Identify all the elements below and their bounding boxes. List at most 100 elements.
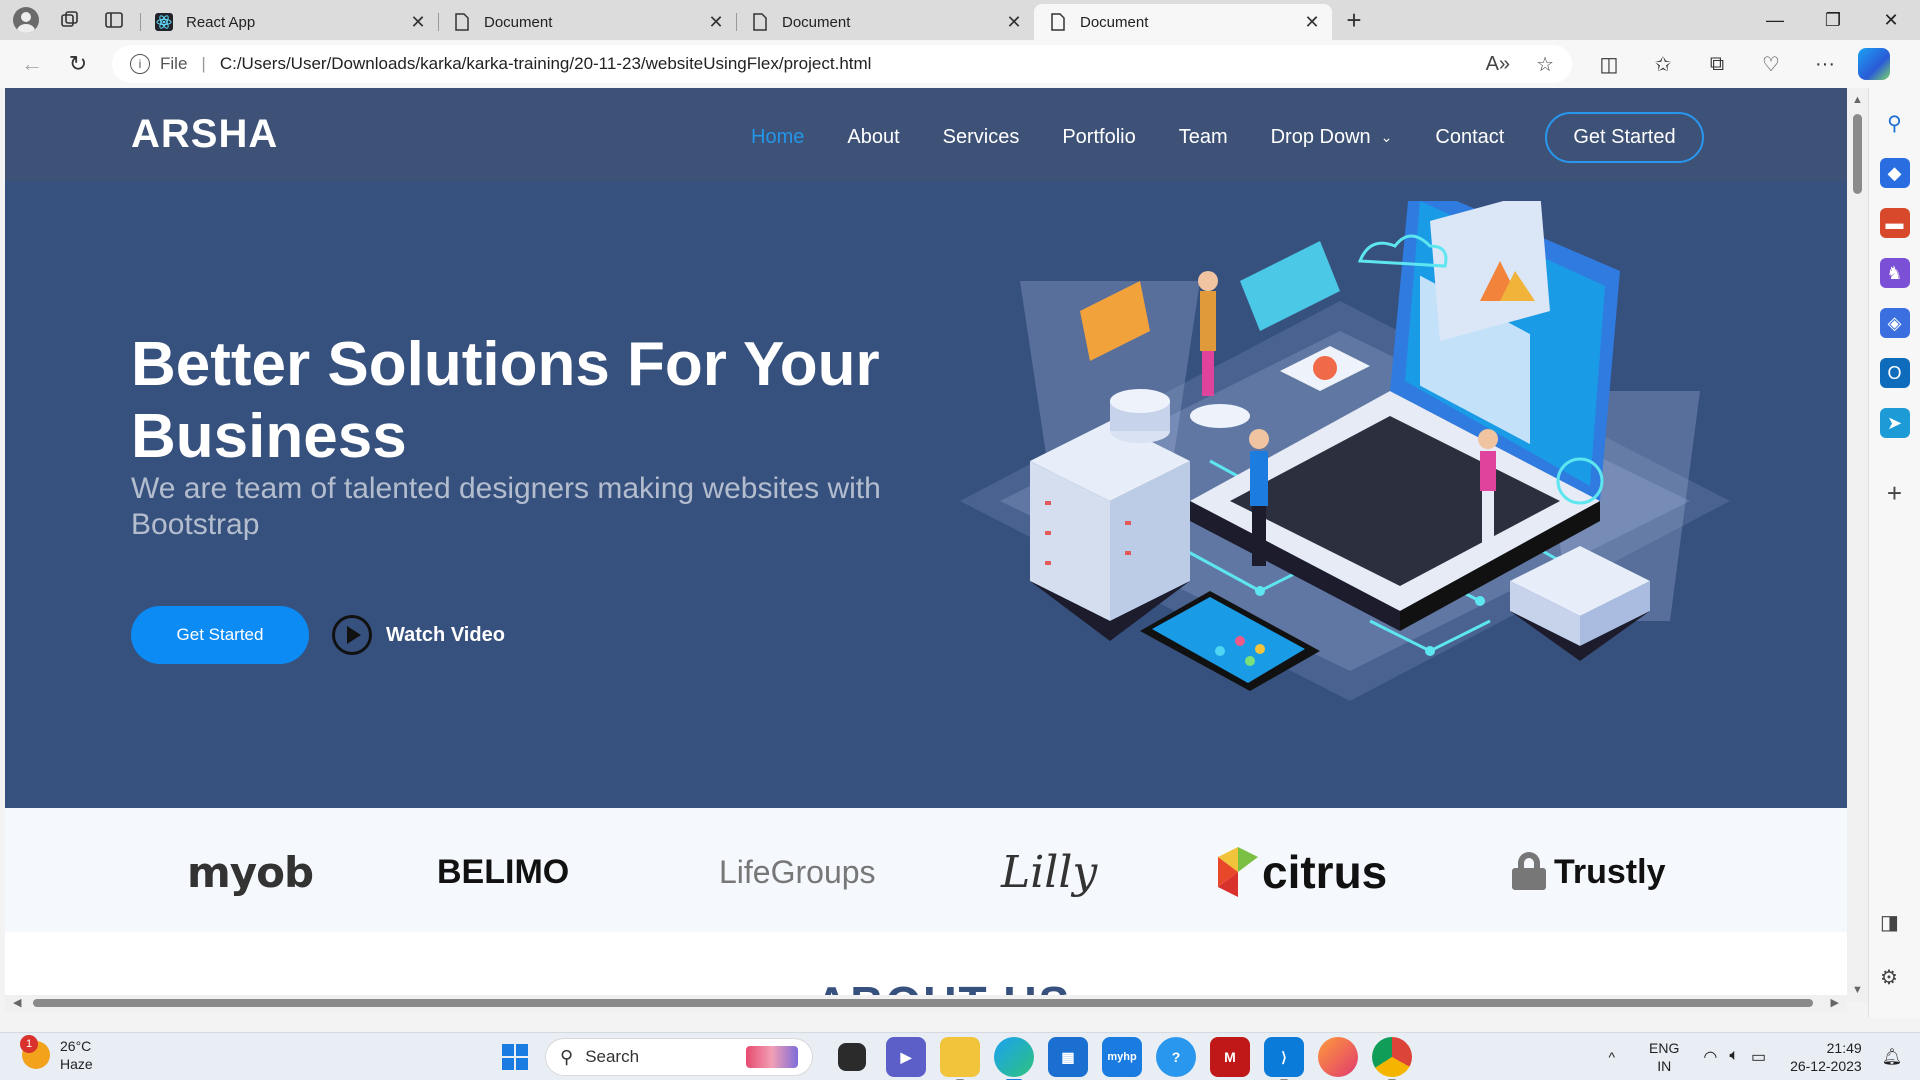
browser-tab[interactable]: Document ✕ [438, 4, 736, 40]
play-icon [332, 615, 372, 655]
citrus-mark-icon [1218, 847, 1258, 897]
minimize-icon[interactable]: — [1746, 0, 1804, 40]
vertical-scrollbar[interactable]: ▲ ▼ [1847, 88, 1868, 1002]
quick-settings[interactable]: ◠ 🔈︎ ▭ [1703, 1047, 1766, 1067]
nav-contact[interactable]: Contact [1435, 126, 1504, 149]
refresh-icon[interactable]: ↻ [58, 44, 98, 84]
clock-time: 21:49 [1826, 1040, 1862, 1056]
window-controls: — ❐ ✕ [1746, 0, 1920, 40]
horizontal-scroll-thumb[interactable] [33, 999, 1813, 1007]
sidebar-add-icon[interactable]: + [1880, 478, 1910, 508]
chat-app-icon[interactable]: ? [1156, 1037, 1196, 1077]
new-tab-button[interactable]: + [1336, 2, 1372, 38]
sidebar-outlook-icon[interactable]: O [1879, 358, 1910, 388]
nav-portfolio[interactable]: Portfolio [1062, 126, 1135, 149]
sidebar-shopping-icon[interactable]: ◆ [1879, 158, 1910, 188]
sidebar-games-icon[interactable]: ♞ [1879, 258, 1910, 288]
nav-services[interactable]: Services [943, 126, 1020, 149]
sidebar-settings-icon[interactable]: ⚙ [1880, 965, 1899, 990]
weather-haze-icon: 1 [20, 1035, 50, 1069]
client-logo-myob: myob [187, 847, 314, 897]
address-bar[interactable]: i File | C:/Users/User/Downloads/karka/k… [112, 45, 1572, 83]
browser-tab-active[interactable]: Document ✕ [1034, 4, 1332, 40]
teams-chat-icon[interactable]: ▶ [886, 1037, 926, 1077]
windows-logo-tile [516, 1058, 528, 1070]
notification-badge: 1 [20, 1035, 38, 1053]
tab-close-icon[interactable]: ✕ [408, 12, 428, 33]
hero-title: Better Solutions For Your Business [131, 330, 880, 471]
windows-logo-tile [502, 1058, 514, 1070]
taskbar-search[interactable]: ⚲ Search [545, 1038, 813, 1076]
firefox-icon[interactable] [1318, 1037, 1358, 1077]
client-logo-belimo: BELIMO [437, 844, 569, 900]
workspaces-icon[interactable] [52, 2, 88, 38]
main-nav: Home About Services Portfolio Team Drop … [751, 112, 1747, 163]
browser-tab[interactable]: React App ✕ [140, 4, 438, 40]
back-arrow-icon[interactable]: ← [12, 44, 52, 84]
close-window-icon[interactable]: ✕ [1862, 0, 1920, 40]
client-belimo-text: BELIMO [437, 852, 570, 891]
weather-condition: Haze [60, 1056, 93, 1072]
client-trustly-text: Trustly [1554, 852, 1666, 891]
sidebar-tools-icon[interactable]: ▬ [1879, 208, 1910, 238]
vscode-icon[interactable]: ⟩ [1264, 1037, 1304, 1080]
hero-subtitle: We are team of talented designers making… [131, 472, 881, 541]
chevron-down-icon: ⌄ [1380, 129, 1393, 145]
nav-home[interactable]: Home [751, 126, 804, 149]
edge-icon[interactable] [994, 1037, 1034, 1080]
sidebar-toggle-icon[interactable]: ◨ [1880, 910, 1899, 935]
chrome-icon[interactable] [1372, 1037, 1412, 1080]
read-aloud-icon[interactable]: A» [1486, 53, 1510, 76]
hero-get-started-button[interactable]: Get Started [131, 606, 309, 664]
mcafee-icon[interactable]: M [1210, 1037, 1250, 1077]
favorites-icon[interactable]: ✩ [1636, 52, 1690, 77]
vertical-scroll-thumb[interactable] [1853, 114, 1862, 194]
header-get-started-button[interactable]: Get Started [1545, 112, 1704, 163]
url-text[interactable]: C:/Users/User/Downloads/karka/karka-trai… [220, 54, 1460, 74]
scroll-left-arrow-icon[interactable]: ◀ [13, 996, 21, 1009]
tab-close-icon[interactable]: ✕ [706, 12, 726, 33]
nav-dropdown[interactable]: Drop Down ⌄ [1271, 126, 1393, 149]
sidebar-search-icon[interactable]: ⚲ [1880, 108, 1910, 138]
file-explorer-icon[interactable] [940, 1037, 980, 1080]
site-logo[interactable]: ARSHA [131, 112, 278, 157]
browser-tab[interactable]: Document ✕ [736, 4, 1034, 40]
client-logo-lifegroups: LifeGroups [719, 853, 876, 890]
weather-temp: 26°C [60, 1038, 92, 1054]
task-view-icon[interactable] [838, 1043, 866, 1071]
tab-close-icon[interactable]: ✕ [1302, 12, 1322, 33]
microsoft-store-icon[interactable]: ▦ [1048, 1037, 1088, 1077]
start-button[interactable] [495, 1037, 535, 1077]
split-screen-icon[interactable]: ◫ [1582, 52, 1636, 77]
profile-button[interactable] [8, 2, 44, 38]
sidebar-office-icon[interactable]: ◈ [1879, 308, 1910, 338]
favorite-star-icon[interactable]: ☆ [1536, 52, 1554, 77]
copilot-icon[interactable] [1858, 48, 1890, 80]
tab-actions-icon[interactable] [96, 2, 132, 38]
horizontal-scrollbar[interactable]: ◀ ▶ [5, 995, 1847, 1011]
tab-close-icon[interactable]: ✕ [1004, 12, 1024, 33]
language-indicator[interactable]: ENG IN [1649, 1039, 1679, 1075]
info-icon[interactable]: i [130, 54, 150, 74]
client-logo-lilly: Lilly [1001, 846, 1098, 898]
nav-team[interactable]: Team [1179, 126, 1228, 149]
more-menu-icon[interactable]: ··· [1798, 52, 1852, 77]
page-icon [750, 12, 770, 32]
weather-widget[interactable]: 1 26°C Haze [20, 1035, 93, 1073]
collections-icon[interactable]: ⧉ [1690, 52, 1744, 77]
watch-video-button[interactable]: Watch Video [332, 606, 505, 664]
myhp-icon[interactable]: myhp [1102, 1037, 1142, 1077]
show-hidden-icons-icon[interactable]: ^ [1608, 1049, 1615, 1065]
scroll-right-arrow-icon[interactable]: ▶ [1831, 996, 1839, 1009]
browser-essentials-icon[interactable]: ♡ [1744, 52, 1798, 77]
clock-date: 26-12-2023 [1790, 1058, 1862, 1074]
nav-about[interactable]: About [847, 126, 899, 149]
restore-icon[interactable]: ❐ [1804, 0, 1862, 40]
battery-icon: ▭ [1750, 1049, 1767, 1066]
scroll-up-arrow-icon[interactable]: ▲ [1852, 94, 1863, 106]
clock[interactable]: 21:49 26-12-2023 [1790, 1039, 1862, 1075]
watch-video-label: Watch Video [386, 623, 505, 646]
scroll-down-arrow-icon[interactable]: ▼ [1852, 984, 1863, 996]
notification-bell-icon[interactable]: 🔔︎ [1882, 1047, 1902, 1067]
sidebar-send-icon[interactable]: ➤ [1879, 408, 1910, 438]
